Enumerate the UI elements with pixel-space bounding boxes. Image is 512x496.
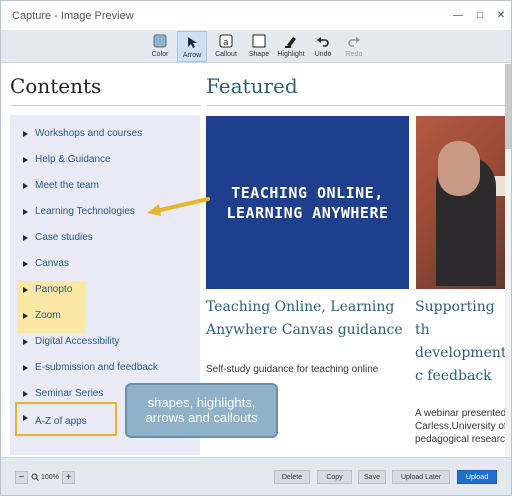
nav-item-label: Learning Technologies — [35, 206, 135, 217]
window-title: Capture - Image Preview — [12, 10, 134, 22]
color-tool-label: Color — [151, 51, 169, 58]
banner-text: TEACHING ONLINE, LEARNING ANYWHERE — [226, 183, 389, 222]
highlight-tool-button[interactable]: Highlight — [276, 31, 306, 62]
bullet-triangle-icon — [23, 415, 28, 421]
speaker-photo-image[interactable] — [416, 116, 511, 289]
nav-item-e-submission[interactable]: E-submission and feedback — [17, 359, 187, 383]
shape-icon — [250, 32, 268, 50]
nav-item-learning-technologies[interactable]: Learning Technologies — [17, 203, 187, 227]
callout-icon: a — [217, 32, 235, 50]
color-swatch-icon — [151, 32, 169, 50]
zoom-control: − 100% + — [15, 470, 81, 484]
bullet-triangle-icon — [23, 391, 28, 397]
close-button[interactable]: ✕ — [490, 7, 512, 23]
bullet-triangle-icon — [23, 365, 28, 371]
upload-button[interactable]: Upload — [457, 470, 497, 484]
nav-item-label: Canvas — [35, 258, 69, 269]
featured-divider — [206, 105, 511, 106]
zoom-in-button[interactable]: + — [61, 470, 75, 484]
scrollbar-thumb[interactable] — [505, 64, 511, 149]
bullet-triangle-icon — [23, 287, 28, 293]
contents-divider — [10, 105, 201, 106]
nav-item-canvas[interactable]: Canvas — [17, 255, 187, 279]
nav-item-help[interactable]: Help & Guidance — [17, 151, 187, 175]
bullet-triangle-icon — [23, 313, 28, 319]
redo-label: Redo — [345, 51, 363, 58]
nav-item-label: E-submission and feedback — [35, 362, 158, 373]
bullet-triangle-icon — [23, 261, 28, 267]
delete-button[interactable]: Delete — [274, 470, 310, 484]
zoom-level: 100% — [31, 473, 59, 481]
shape-tool-label: Shape — [248, 51, 270, 58]
nav-item-panopto[interactable]: Panopto — [17, 281, 85, 307]
app-window: Capture - Image Preview — □ ✕ Color Arro… — [0, 0, 512, 496]
bullet-triangle-icon — [23, 131, 28, 137]
highlight-icon — [282, 32, 300, 50]
bullet-triangle-icon — [23, 209, 28, 215]
contents-heading: Contents — [10, 74, 102, 98]
card-subtitle-supporting: A webinar presented Carless,University o… — [415, 408, 511, 445]
nav-item-label: A-Z of apps — [35, 416, 87, 427]
shape-tool-button[interactable]: Shape — [244, 31, 274, 62]
maximize-button[interactable]: □ — [469, 7, 491, 23]
redo-button[interactable]: Redo — [339, 31, 369, 62]
svg-text:a: a — [223, 38, 229, 48]
title-bar: Capture - Image Preview — □ ✕ — [1, 1, 511, 31]
featured-heading: Featured — [206, 74, 298, 98]
arrow-tool-button[interactable]: Arrow — [177, 31, 207, 62]
callout-text: shapes, highlights, arrows and callouts — [145, 395, 258, 425]
nav-item-zoom[interactable]: Zoom — [17, 307, 85, 333]
color-tool-button[interactable]: Color — [145, 31, 175, 62]
bullet-triangle-icon — [23, 157, 28, 163]
bullet-triangle-icon — [23, 339, 28, 345]
magnifier-icon — [31, 473, 39, 481]
nav-item-a-z-apps[interactable]: A-Z of apps — [15, 402, 117, 436]
arrow-icon — [183, 33, 201, 51]
nav-item-case-studies[interactable]: Case studies — [17, 229, 187, 253]
card-title-teaching-online[interactable]: Teaching Online, Learning Anywhere Canva… — [206, 296, 406, 342]
minimize-button[interactable]: — — [447, 7, 469, 23]
card-title-supporting[interactable]: Supporting th development c feedback lit… — [415, 296, 511, 391]
arrow-tool-label: Arrow — [182, 52, 202, 59]
nav-item-workshops[interactable]: Workshops and courses — [17, 125, 187, 149]
nav-item-label: Meet the team — [35, 180, 99, 191]
upload-later-button[interactable]: Upload Later — [392, 470, 450, 484]
nav-item-team[interactable]: Meet the team — [17, 177, 187, 201]
annotation-callout[interactable]: shapes, highlights, arrows and callouts — [125, 383, 278, 438]
callout-tool-label: Callout — [215, 51, 237, 58]
undo-button[interactable]: Undo — [308, 31, 338, 62]
nav-item-label: Zoom — [35, 310, 61, 321]
highlight-tool-label: Highlight — [277, 51, 305, 58]
nav-item-digital-accessibility[interactable]: Digital Accessibility — [17, 333, 187, 357]
speaker-face — [438, 141, 480, 196]
nav-item-label: Case studies — [35, 232, 93, 243]
bullet-triangle-icon — [23, 183, 28, 189]
nav-item-label: Seminar Series — [35, 388, 104, 399]
card-subtitle-teaching-online: Self-study guidance for teaching online — [206, 364, 379, 375]
annotation-toolbar: Color Arrow a Callout Shape Highlight Un… — [1, 30, 511, 63]
zoom-out-button[interactable]: − — [15, 470, 28, 484]
redo-icon — [345, 32, 363, 50]
zoom-value: 100% — [41, 473, 59, 481]
undo-label: Undo — [314, 51, 332, 58]
nav-item-label: Workshops and courses — [35, 128, 143, 139]
bottom-action-bar: − 100% + Delete Copy Save Upload Later U… — [1, 457, 511, 495]
save-button[interactable]: Save — [358, 470, 386, 484]
copy-button[interactable]: Copy — [317, 470, 352, 484]
teaching-online-banner-image[interactable]: TEACHING ONLINE, LEARNING ANYWHERE — [206, 116, 409, 289]
callout-tool-button[interactable]: a Callout — [211, 31, 241, 62]
undo-icon — [314, 32, 332, 50]
nav-item-label: Digital Accessibility — [35, 336, 120, 347]
bullet-triangle-icon — [23, 235, 28, 241]
nav-item-label: Help & Guidance — [35, 154, 111, 165]
nav-item-label: Panopto — [35, 284, 73, 295]
